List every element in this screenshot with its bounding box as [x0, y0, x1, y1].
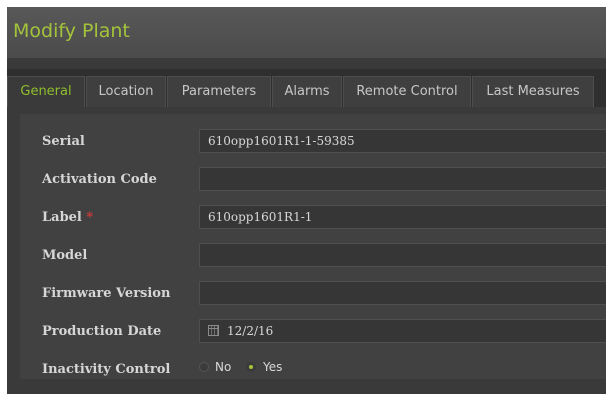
label-field[interactable]: 610opp1601R1-1	[199, 205, 606, 229]
label-field-label: Label	[42, 210, 82, 225]
tab-location[interactable]: Location	[86, 76, 166, 107]
label-row-label: Label *	[42, 210, 93, 225]
model-label: Model	[42, 248, 88, 263]
inactivity-yes-label[interactable]: Yes	[263, 360, 282, 374]
modify-plant-window: Modify Plant General Location Parameters…	[7, 7, 606, 394]
tab-remote-control[interactable]: Remote Control	[343, 76, 471, 107]
activation-code-field[interactable]	[199, 167, 606, 191]
inactivity-no-label[interactable]: No	[215, 360, 231, 374]
required-marker: *	[86, 210, 94, 225]
calendar-icon[interactable]	[208, 325, 219, 336]
serial-label: Serial	[42, 134, 85, 149]
title-bar: Modify Plant	[7, 7, 606, 58]
activation-code-label: Activation Code	[42, 172, 157, 187]
tab-parameters[interactable]: Parameters	[167, 76, 271, 107]
tab-general[interactable]: General	[7, 76, 85, 107]
tab-last-measures[interactable]: Last Measures	[472, 76, 594, 107]
production-date-label: Production Date	[42, 324, 162, 339]
general-panel: Serial 610opp1601R1-1-59385 Activation C…	[20, 114, 606, 379]
serial-field[interactable]: 610opp1601R1-1-59385	[199, 129, 606, 153]
firmware-version-label: Firmware Version	[42, 286, 171, 301]
production-date-value: 12/2/16	[227, 324, 274, 338]
window-title: Modify Plant	[13, 20, 130, 42]
inactivity-control-label: Inactivity Control	[42, 362, 171, 377]
tab-alarms[interactable]: Alarms	[272, 76, 342, 107]
tab-bar: General Location Parameters Alarms Remot…	[7, 69, 606, 107]
inactivity-yes-radio[interactable]	[246, 362, 256, 372]
inactivity-no-radio[interactable]	[199, 362, 209, 372]
production-date-field[interactable]: 12/2/16	[199, 319, 606, 343]
firmware-version-field[interactable]	[199, 281, 606, 305]
model-field[interactable]	[199, 243, 606, 267]
